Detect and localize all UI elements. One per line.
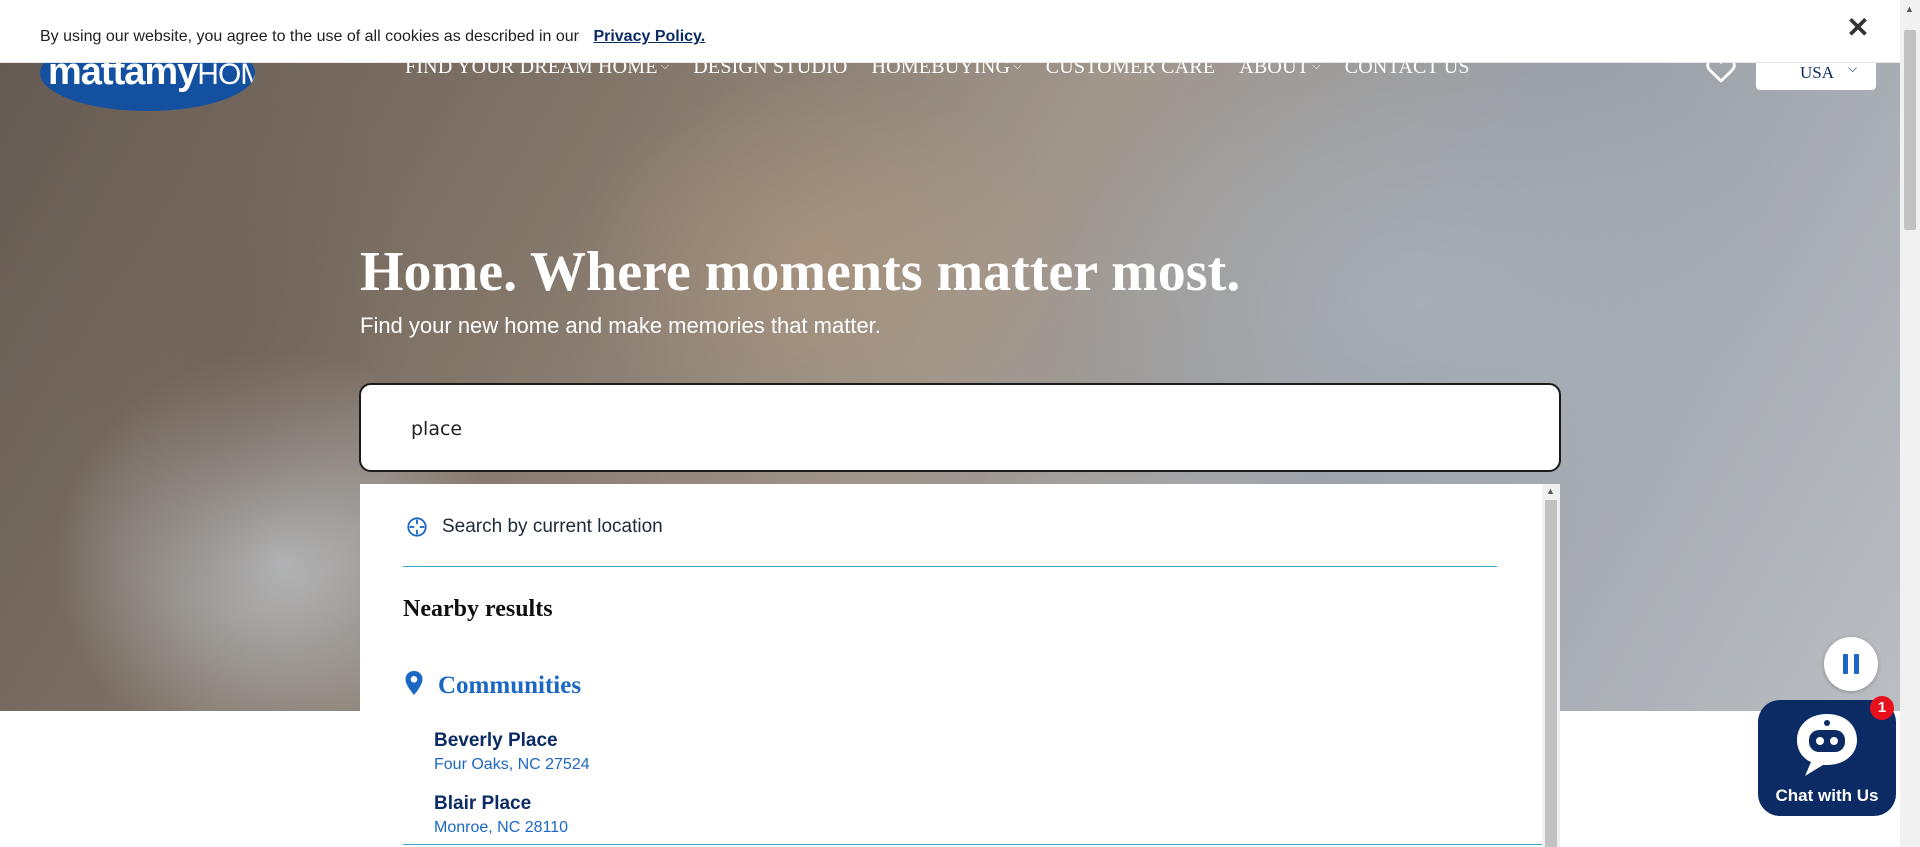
communities-label: Communities [438, 672, 582, 699]
map-pin-icon [405, 671, 423, 695]
cookie-banner: By using our website, you agree to the u… [0, 0, 1900, 63]
list-item[interactable]: Blair Place Monroe, NC 28110 [434, 793, 568, 837]
dropdown-scrollbar[interactable]: ▲ [1542, 484, 1560, 847]
chat-label: Chat with Us [1775, 786, 1879, 805]
hero-subheading: Find your new home and make memories tha… [360, 313, 881, 338]
nearby-results-heading: Nearby results [403, 596, 553, 622]
pause-icon [1854, 654, 1859, 674]
crosshair-location-icon [407, 517, 427, 537]
search-by-current-location[interactable]: Search by current location [406, 516, 663, 538]
dropdown-divider [403, 566, 1497, 567]
page-scrollbar-thumb[interactable] [1904, 30, 1916, 230]
chat-notification-badge: 1 [1870, 696, 1894, 720]
pause-icon [1843, 654, 1848, 674]
result-name: Blair Place [434, 793, 532, 814]
search-box [359, 383, 1561, 472]
result-address: Four Oaks, NC 27524 [434, 756, 590, 773]
result-address: Monroe, NC 28110 [434, 819, 568, 836]
search-suggestions-dropdown: Search by current location Nearby result… [360, 484, 1560, 847]
result-name: Beverly Place [434, 730, 558, 751]
scroll-up-arrow-icon[interactable]: ▲ [1905, 4, 1914, 14]
country-selected-value: USA [1800, 63, 1835, 82]
chevron-down-icon: ⌵ [1848, 61, 1858, 75]
scroll-up-arrow-icon[interactable]: ▲ [1546, 486, 1555, 496]
current-location-label: Search by current location [442, 516, 663, 537]
page-scrollbar[interactable]: ▲ [1900, 0, 1920, 847]
cookie-close-icon[interactable]: ✕ [1844, 14, 1872, 42]
chatbot-icon [1797, 714, 1857, 776]
privacy-policy-link[interactable]: Privacy Policy. [593, 28, 705, 45]
list-item[interactable]: Beverly Place Four Oaks, NC 27524 [434, 730, 590, 774]
dropdown-divider [403, 844, 1543, 845]
communities-heading: Communities [404, 671, 582, 700]
cookie-message: By using our website, you agree to the u… [40, 28, 705, 46]
hero-headline: Home. Where moments matter most. [360, 241, 1241, 303]
dropdown-scrollbar-thumb[interactable] [1545, 500, 1557, 847]
search-input[interactable] [409, 413, 1513, 445]
cookie-message-text: By using our website, you agree to the u… [40, 28, 579, 45]
pause-video-button[interactable] [1824, 637, 1878, 691]
